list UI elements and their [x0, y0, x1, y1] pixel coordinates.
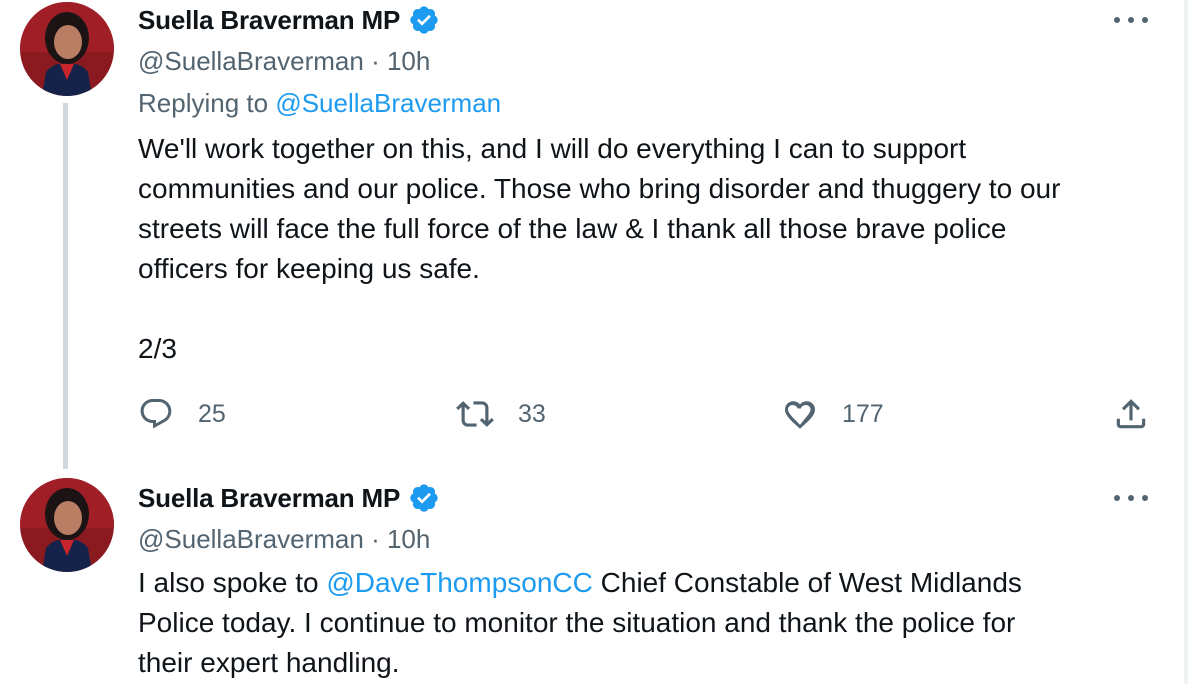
separator: · — [371, 524, 380, 554]
like-button[interactable]: 177 — [782, 394, 884, 434]
heart-icon — [785, 401, 815, 429]
share-button[interactable] — [1112, 394, 1150, 434]
tweet-actions: 25 33 177 — [138, 394, 1150, 434]
tweet-text: We'll work together on this, and I will … — [138, 133, 1061, 364]
replying-label: Replying to — [138, 88, 269, 118]
retweet-icon — [456, 401, 494, 427]
retweet-button[interactable]: 33 — [456, 394, 546, 434]
reply-bubble-icon — [140, 399, 172, 429]
verified-badge-icon — [410, 484, 438, 512]
share-icon — [1116, 399, 1146, 429]
author-handle[interactable]: @SuellaBraverman — [138, 524, 364, 554]
reply-count: 25 — [198, 399, 226, 428]
author-name[interactable]: Suella Braverman MP — [138, 5, 400, 36]
author-name[interactable]: Suella Braverman MP — [138, 483, 400, 514]
timestamp[interactable]: 10h — [387, 46, 430, 76]
avatar[interactable] — [20, 478, 114, 572]
more-options-icon[interactable] — [1114, 491, 1148, 505]
mention-link[interactable]: @DaveThompsonCC — [326, 567, 593, 598]
avatar[interactable] — [20, 2, 114, 96]
author-row: Suella Braverman MP — [138, 4, 440, 36]
timestamp[interactable]: 10h — [387, 524, 430, 554]
verified-badge-icon — [410, 6, 438, 34]
author-handle[interactable]: @SuellaBraverman — [138, 46, 364, 76]
text-before-mention: I also spoke to — [138, 567, 327, 598]
tweet-text: I also spoke to @DaveThompsonCC Chief Co… — [138, 563, 1022, 683]
replying-to-link[interactable]: @SuellaBraverman — [275, 88, 501, 118]
thread-connector-line — [63, 103, 68, 469]
tweet-thread: Suella Braverman MP @SuellaBraverman · 1… — [0, 0, 1188, 684]
author-row: Suella Braverman MP — [138, 482, 440, 514]
reply-button[interactable]: 25 — [138, 394, 226, 434]
replying-to: Replying to @SuellaBraverman — [138, 88, 501, 119]
retweet-count: 33 — [518, 399, 546, 428]
like-count: 177 — [842, 399, 884, 428]
handle-row: @SuellaBraverman · 10h — [138, 524, 430, 555]
scroll-edge — [1184, 0, 1188, 684]
separator: · — [371, 46, 380, 76]
handle-row: @SuellaBraverman · 10h — [138, 46, 430, 77]
more-options-icon[interactable] — [1114, 13, 1148, 27]
